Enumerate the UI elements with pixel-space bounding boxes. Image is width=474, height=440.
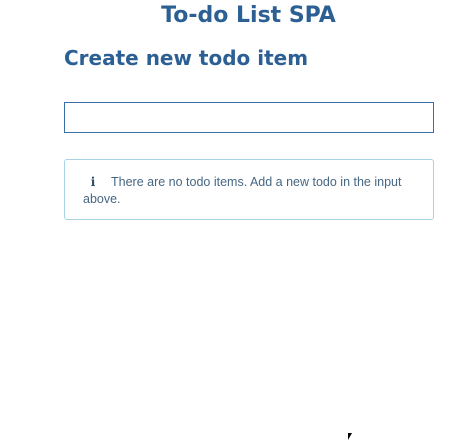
new-todo-input[interactable] [64, 102, 434, 133]
app-title: To-do List SPA [161, 3, 336, 28]
info-icon: i [90, 175, 96, 189]
create-todo-heading: Create new todo item [64, 46, 309, 70]
mouse-cursor-icon [348, 433, 356, 440]
empty-state-text-wrapper: i There are no todo items. Add a new todo… [65, 174, 415, 208]
empty-state-message-box: i There are no todo items. Add a new todo… [64, 159, 434, 220]
empty-state-message: There are no todo items. Add a new todo … [83, 175, 402, 206]
